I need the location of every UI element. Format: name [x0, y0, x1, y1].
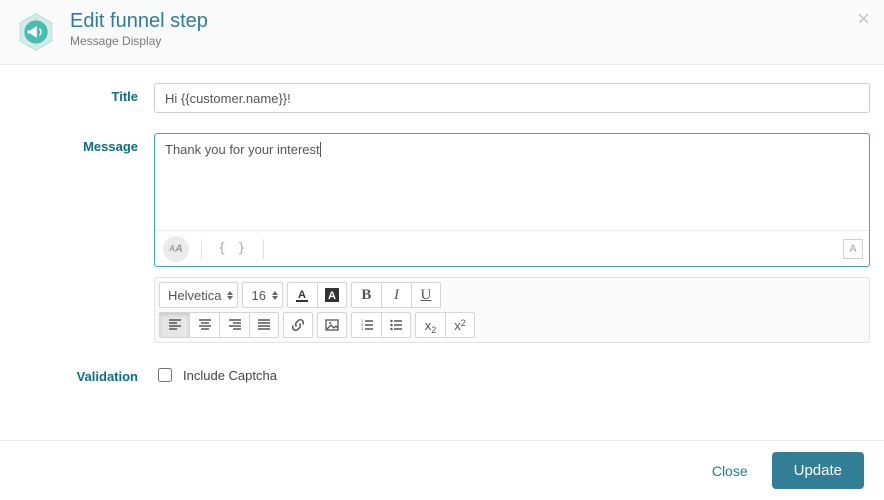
close-icon[interactable]: ×	[857, 8, 870, 30]
edit-funnel-step-modal: Edit funnel step Message Display × Title…	[0, 0, 884, 500]
italic-button[interactable]: I	[381, 282, 411, 308]
underline-button[interactable]: U	[411, 282, 441, 308]
svg-text:A: A	[298, 289, 306, 301]
align-left-button[interactable]	[159, 312, 189, 338]
superscript-button[interactable]: x2	[445, 312, 475, 338]
modal-header: Edit funnel step Message Display ×	[0, 0, 884, 65]
modal-body: Title Message Thank you for your interes…	[0, 65, 884, 393]
text-size-button[interactable]: AA	[163, 236, 189, 262]
svg-text:3: 3	[361, 326, 364, 331]
image-button[interactable]	[317, 312, 347, 338]
modal-title: Edit funnel step	[70, 10, 868, 32]
ai-helper-button[interactable]: A	[843, 239, 863, 259]
align-right-button[interactable]	[219, 312, 249, 338]
font-size-select[interactable]: 16	[242, 282, 282, 308]
validation-label: Validation	[14, 363, 154, 384]
step-type-icon	[16, 12, 56, 52]
validation-row: Validation Include Captcha	[14, 363, 870, 385]
include-captcha-option[interactable]: Include Captcha	[154, 363, 870, 385]
font-family-select[interactable]: Helvetica	[159, 282, 238, 308]
modal-footer: Close Update	[0, 440, 884, 500]
ordered-list-button[interactable]: 123	[351, 312, 381, 338]
align-justify-button[interactable]	[249, 312, 279, 338]
message-row: Message Thank you for your interest AA {…	[14, 133, 870, 343]
update-button[interactable]: Update	[772, 452, 864, 489]
bold-button[interactable]: B	[351, 282, 381, 308]
title-input[interactable]	[154, 83, 870, 113]
align-center-button[interactable]	[189, 312, 219, 338]
message-label: Message	[14, 133, 154, 154]
formatting-toolbar: Helvetica 16 A	[154, 277, 870, 343]
highlight-color-button[interactable]: A	[317, 282, 347, 308]
title-row: Title	[14, 83, 870, 113]
svg-text:A: A	[328, 290, 336, 302]
title-label: Title	[14, 83, 154, 104]
include-captcha-label: Include Captcha	[183, 368, 277, 383]
link-button[interactable]	[283, 312, 313, 338]
message-textarea[interactable]: Thank you for your interest	[155, 134, 869, 230]
font-color-button[interactable]: A	[287, 282, 317, 308]
include-captcha-checkbox[interactable]	[158, 368, 172, 382]
modal-subtitle: Message Display	[70, 34, 868, 48]
subscript-button[interactable]: x2	[415, 312, 445, 338]
separator	[201, 239, 202, 259]
message-editor: Thank you for your interest AA { } A	[154, 133, 870, 267]
close-button[interactable]: Close	[704, 457, 756, 485]
editor-toolstrip: AA { } A	[155, 230, 869, 266]
separator	[263, 239, 264, 259]
merge-tag-button[interactable]: { }	[214, 241, 251, 256]
unordered-list-button[interactable]	[381, 312, 411, 338]
